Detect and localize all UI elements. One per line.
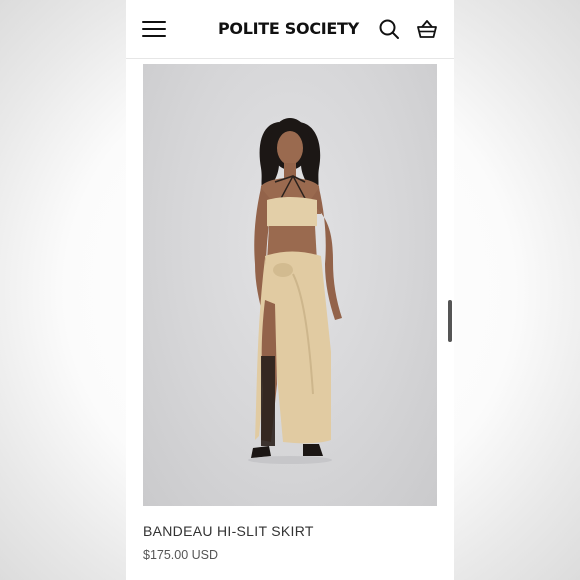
product-price: $175.00 USD <box>143 548 219 562</box>
menu-bar <box>142 28 166 30</box>
shopping-basket-icon <box>417 20 437 38</box>
brand-logo[interactable]: POLITE SOCIETY <box>218 19 359 38</box>
mobile-page: POLITE SOCIETY BANDEAU HI-SLIT SKIRT $17… <box>126 0 454 580</box>
search-icon <box>379 19 399 39</box>
menu-bar <box>142 35 166 37</box>
site-header: POLITE SOCIETY <box>126 0 454 59</box>
product-title[interactable]: BANDEAU HI-SLIT SKIRT <box>143 523 314 539</box>
menu-button[interactable] <box>142 19 166 39</box>
model-figure <box>248 118 342 464</box>
product-image[interactable] <box>143 64 437 506</box>
scrollbar-thumb[interactable] <box>448 300 452 342</box>
search-button[interactable] <box>378 18 400 40</box>
cart-button[interactable] <box>416 18 438 40</box>
menu-bar <box>142 21 166 23</box>
